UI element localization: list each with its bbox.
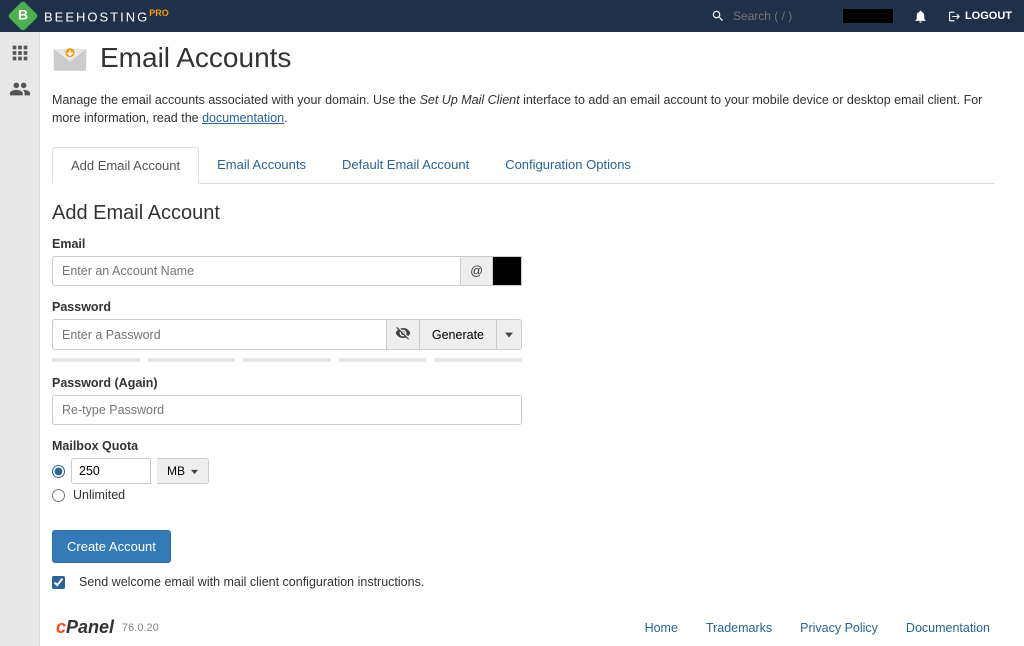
password-again-label: Password (Again) — [52, 376, 994, 390]
password-strength-meter — [52, 358, 522, 362]
toggle-password-visibility-button[interactable] — [387, 319, 420, 350]
users-icon[interactable] — [9, 78, 31, 100]
footer-documentation-link[interactable]: Documentation — [906, 621, 990, 635]
quota-unlimited-label: Unlimited — [73, 488, 125, 502]
generate-password-button[interactable]: Generate — [420, 319, 497, 350]
email-domain-value — [493, 256, 522, 286]
tabs-bar: Add Email Account Email Accounts Default… — [52, 147, 994, 184]
mailbox-quota-label: Mailbox Quota — [52, 439, 994, 453]
brand-name: BEEHOSTINGPRO — [44, 8, 169, 24]
footer-home-link[interactable]: Home — [645, 621, 678, 635]
create-account-button[interactable]: Create Account — [52, 530, 171, 563]
bell-icon[interactable] — [913, 9, 928, 24]
email-domain-addon: @ — [461, 256, 493, 286]
documentation-link[interactable]: documentation — [202, 111, 284, 125]
search-icon — [711, 9, 725, 23]
footer-trademarks-link[interactable]: Trademarks — [706, 621, 772, 635]
logout-button[interactable]: LOGOUT — [948, 10, 1012, 23]
password-again-input[interactable] — [52, 395, 522, 425]
caret-down-icon — [191, 469, 198, 475]
page-title: Email Accounts — [100, 42, 291, 74]
logout-icon — [948, 10, 961, 23]
email-label: Email — [52, 237, 994, 251]
welcome-email-checkbox[interactable] — [52, 576, 65, 589]
section-title: Add Email Account — [52, 202, 994, 225]
search-input[interactable] — [733, 9, 823, 23]
quota-value-input[interactable] — [71, 458, 151, 484]
cpanel-logo: cPanel — [56, 617, 114, 638]
footer-privacy-link[interactable]: Privacy Policy — [800, 621, 878, 635]
quota-unit-dropdown[interactable]: MB — [157, 458, 209, 484]
password-input[interactable] — [52, 319, 387, 350]
search-box[interactable] — [711, 9, 823, 23]
eye-off-icon — [395, 325, 411, 341]
cpanel-version: 76.0.20 — [122, 622, 159, 634]
left-sidebar — [0, 32, 40, 646]
top-navbar: BEEHOSTINGPRO LOGOUT — [0, 0, 1024, 32]
main-content: Email Accounts Manage the email accounts… — [40, 32, 1024, 646]
page-footer: cPanel 76.0.20 Home Trademarks Privacy P… — [52, 617, 994, 646]
email-envelope-icon — [52, 43, 88, 73]
quota-unlimited-radio[interactable] — [52, 489, 65, 502]
tab-default-email-account[interactable]: Default Email Account — [324, 147, 487, 183]
welcome-email-label: Send welcome email with mail client conf… — [79, 575, 424, 589]
intro-text: Manage the email accounts associated wit… — [52, 92, 994, 127]
password-label: Password — [52, 300, 994, 314]
grid-apps-icon[interactable] — [9, 42, 31, 64]
brand-logo-icon — [7, 0, 38, 31]
generate-password-dropdown[interactable] — [497, 319, 522, 350]
user-account-menu[interactable] — [843, 9, 893, 23]
quota-fixed-radio[interactable] — [52, 465, 65, 478]
tab-configuration-options[interactable]: Configuration Options — [487, 147, 649, 183]
tab-add-email-account[interactable]: Add Email Account — [52, 147, 199, 184]
email-account-input[interactable] — [52, 256, 461, 286]
tab-email-accounts[interactable]: Email Accounts — [199, 147, 324, 183]
caret-down-icon — [505, 331, 513, 339]
